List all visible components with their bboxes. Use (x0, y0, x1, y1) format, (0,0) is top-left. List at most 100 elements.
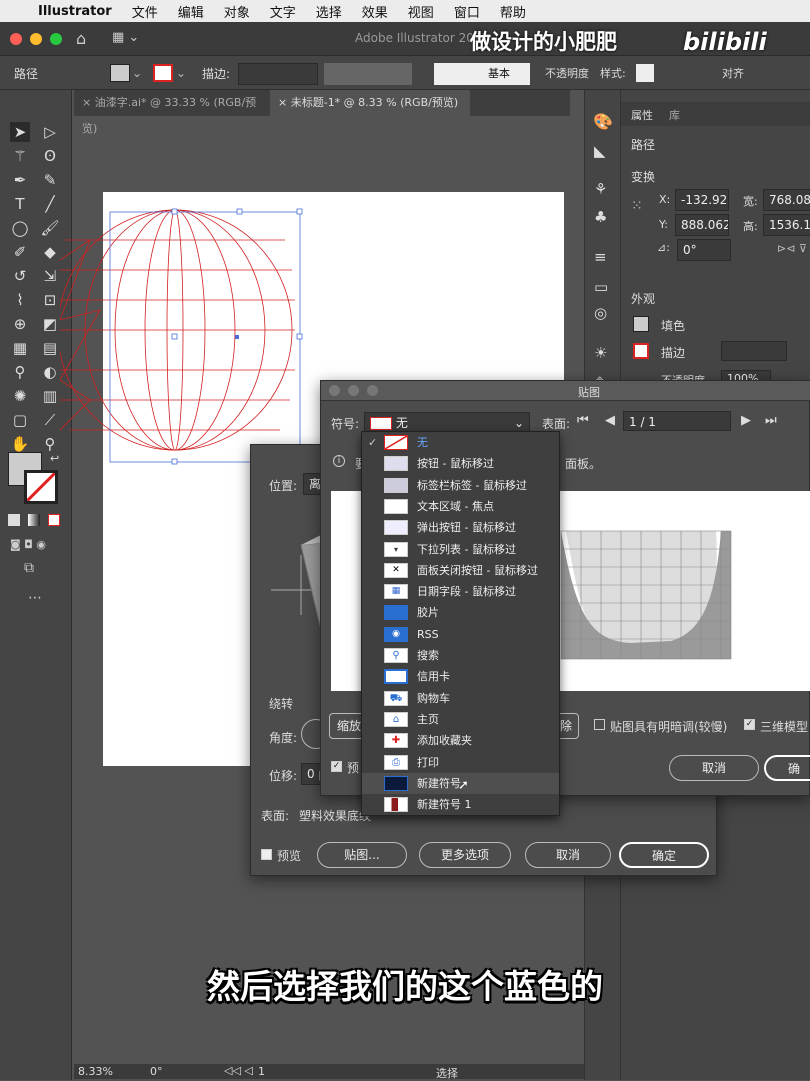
stroke-swatch[interactable] (153, 64, 173, 82)
workspace-switcher-icon[interactable]: ▦ ⌄ (112, 30, 139, 45)
hand-tool-icon[interactable]: ✋ (10, 434, 30, 454)
last-surface-icon[interactable]: ⏭ (765, 413, 777, 428)
prev-surface-icon[interactable]: ◀ (605, 413, 615, 428)
width-input[interactable]: 768.081 (763, 189, 810, 211)
type-tool-icon[interactable]: T (10, 194, 30, 214)
first-surface-icon[interactable]: ⏮ (577, 413, 589, 428)
y-input[interactable]: 888.062 (675, 214, 729, 236)
brush-profile-select[interactable]: 基本 (434, 63, 530, 85)
height-input[interactable]: 1536.16 (763, 214, 810, 236)
stroke-weight-input[interactable] (238, 63, 318, 85)
revolve-cancel-button[interactable]: 取消 (525, 842, 611, 868)
surface-index[interactable]: 1 / 1 (623, 411, 731, 431)
shaper-tool-icon[interactable]: ✐ (10, 242, 30, 262)
swap-colors-icon[interactable]: ↩ (50, 452, 59, 465)
next-surface-icon[interactable]: ▶ (741, 413, 751, 428)
stroke-swatch-small[interactable] (633, 343, 649, 359)
appearance-panel-icon[interactable]: ☀ (594, 344, 607, 362)
align-label[interactable]: 对齐 (722, 65, 744, 81)
minimize-window-button[interactable] (30, 33, 42, 45)
map-ok-button[interactable]: 确 (764, 755, 810, 781)
opacity-label[interactable]: 不透明度 (545, 65, 589, 81)
variable-width-profile[interactable] (324, 63, 412, 85)
fill-swatch-small[interactable] (633, 316, 649, 332)
map-cancel-button[interactable]: 取消 (669, 755, 759, 781)
paintbrush-tool-icon[interactable]: 🖌 (40, 218, 60, 238)
symbol-option-date[interactable]: ▦ 日期字段 - 鼠标移过 (362, 581, 559, 602)
style-swatch[interactable] (636, 64, 654, 82)
fill-swatch[interactable] (110, 64, 130, 82)
menu-object[interactable]: 对象 (224, 2, 250, 21)
symbol-option-new-symbol-1[interactable]: 新建符号 1 (362, 794, 559, 815)
selection-tool-icon[interactable]: ➤ (10, 122, 30, 142)
color-guide-icon[interactable]: ◣ (594, 142, 606, 160)
symbol-option-home[interactable]: ⌂ 主页 (362, 709, 559, 730)
more-options-button[interactable]: 更多选项 (419, 842, 511, 868)
symbol-option-cart[interactable]: ⛟ 购物车 (362, 688, 559, 709)
gradient-tool-icon[interactable]: ▤ (40, 338, 60, 358)
graph-tool-icon[interactable]: ▥ (40, 386, 60, 406)
symbol-option-tab[interactable]: 标签栏标签 - 鼠标移过 (362, 475, 559, 496)
symbol-option-popup[interactable]: 弹出按钮 - 鼠标移过 (362, 517, 559, 538)
flip-icons[interactable]: ⊳⊲ ⊽ (777, 242, 807, 255)
live-paint-tool-icon[interactable]: ◩ (40, 314, 60, 334)
draw-mode-icons[interactable]: ◙ ◘ ◉ (10, 538, 46, 551)
menu-select[interactable]: 选择 (316, 2, 342, 21)
symbol-option-none[interactable]: ✓ 无 (362, 432, 559, 453)
artboard-number[interactable]: 1 (258, 1065, 265, 1078)
revolve-ok-button[interactable]: 确定 (619, 842, 709, 868)
stroke-dropdown-icon[interactable]: ⌄ (176, 66, 186, 80)
symbol-option-print[interactable]: ⎙ 打印 (362, 752, 559, 773)
reference-point-icon[interactable]: ⁙ (631, 198, 643, 214)
shape-builder-tool-icon[interactable]: ⊕ (10, 314, 30, 334)
menu-type[interactable]: 文字 (270, 2, 296, 21)
menu-view[interactable]: 视图 (408, 2, 434, 21)
symbol-sprayer-tool-icon[interactable]: ✺ (10, 386, 30, 406)
artboard-nav-icons[interactable]: ◁◁ ◁ (224, 1064, 253, 1077)
shade-artwork-checkbox[interactable] (594, 719, 605, 730)
map-art-button[interactable]: 贴图... (317, 842, 407, 868)
curvature-tool-icon[interactable]: ✎ (40, 170, 60, 190)
invisible-geometry-checkbox[interactable]: ✓ (744, 719, 755, 730)
symbol-option-dropdown[interactable]: ▾ 下拉列表 - 鼠标移过 (362, 539, 559, 560)
dialog-min-dot[interactable] (348, 385, 359, 396)
stroke-weight-field[interactable] (721, 341, 787, 361)
more-tools-icon[interactable]: ⋯ (28, 590, 42, 606)
rotation-angle-select[interactable]: 0° (677, 239, 731, 261)
symbol-option-film[interactable]: 胶片 (362, 602, 559, 623)
symbols-icon[interactable]: ♣ (594, 208, 607, 226)
screen-mode-icon[interactable]: ⧉ (24, 560, 34, 576)
slice-tool-icon[interactable]: ⟋ (40, 410, 60, 430)
menu-window[interactable]: 窗口 (454, 2, 480, 21)
symbol-option-favorite[interactable]: ✚ 添加收藏夹 (362, 730, 559, 751)
symbol-option-search[interactable]: ⚲ 搜索 (362, 645, 559, 666)
warp-tool-icon[interactable]: ⌇ (10, 290, 30, 310)
map-preview-checkbox[interactable]: ✓ (331, 761, 342, 772)
symbol-option-new-symbol[interactable]: 新建符号 ➚ (362, 772, 559, 795)
perspective-grid-tool-icon[interactable]: ▦ (10, 338, 30, 358)
home-icon[interactable]: ⌂ (76, 29, 86, 48)
zoom-window-button[interactable] (50, 33, 62, 45)
stroke-label-panel[interactable]: 描边 (661, 344, 685, 361)
fill-dropdown-icon[interactable]: ⌄ (132, 66, 142, 80)
dialog-close-dot[interactable] (329, 385, 340, 396)
wireframe-sphere[interactable] (60, 200, 330, 470)
symbol-option-textarea[interactable]: 文本区域 - 焦点 (362, 496, 559, 517)
tab-document-1[interactable]: × 油漆字.ai* @ 33.33 % (RGB/预览) (74, 90, 269, 135)
color-palette-icon[interactable]: 🎨 (593, 112, 613, 131)
scale-tool-icon[interactable]: ⇲ (40, 266, 60, 286)
menu-help[interactable]: 帮助 (500, 2, 526, 21)
direct-selection-tool-icon[interactable]: ▷ (40, 122, 60, 142)
stroke-color-box[interactable] (24, 470, 58, 504)
transparency-panel-icon[interactable]: ◎ (594, 304, 607, 322)
tab-document-2[interactable]: × 未标题-1* @ 8.33 % (RGB/预览) (270, 90, 470, 116)
symbol-option-button[interactable]: 按钮 - 鼠标移过 (362, 453, 559, 474)
symbol-select[interactable]: 无 ⌄ (364, 412, 530, 432)
free-transform-tool-icon[interactable]: ⊡ (40, 290, 60, 310)
blend-tool-icon[interactable]: ◐ (40, 362, 60, 382)
color-mode-icon[interactable] (8, 514, 20, 526)
symbol-option-rss[interactable]: ◉ RSS (362, 624, 559, 645)
brushes-icon[interactable]: ⚘ (594, 180, 607, 198)
zoom-tool-icon[interactable]: ⚲ (40, 434, 60, 454)
ellipse-tool-icon[interactable]: ◯ (10, 218, 30, 238)
